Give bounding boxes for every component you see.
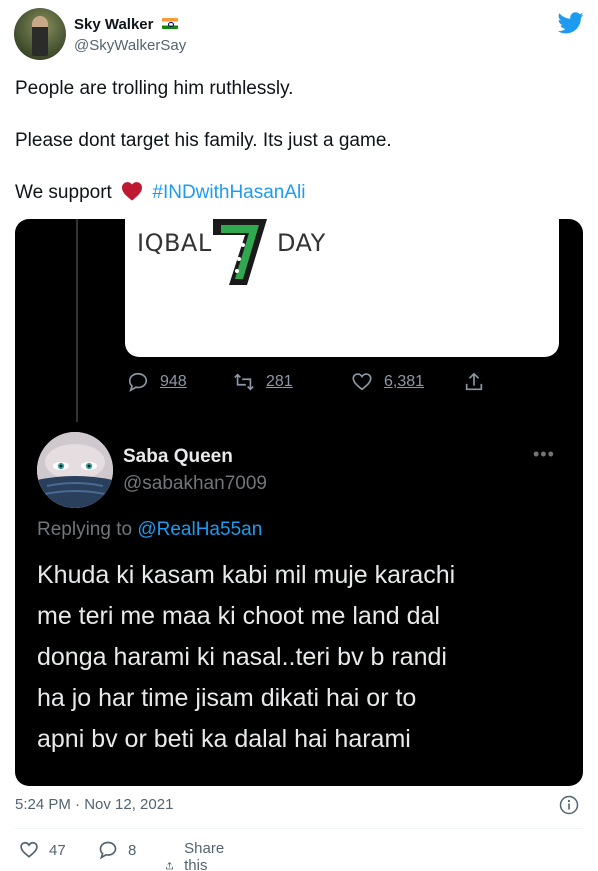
reply-author-avatar <box>37 432 113 508</box>
card-text-right: DAY <box>277 229 326 257</box>
more-options-icon: ••• <box>533 444 555 464</box>
embedded-retweet-action: 281 <box>233 371 293 393</box>
tweet-timestamp[interactable]: 5:24 PM · Nov 12, 2021 <box>15 796 173 813</box>
india-flag-icon <box>161 18 178 30</box>
tweet-media-image[interactable]: IQBAL DAY 948 281 6,381 Saba Queen @saba… <box>15 219 583 786</box>
reply-body-text: Khuda ki kasam kabi mil muje karachi me … <box>37 561 456 753</box>
share-tweet-label: Share this Tweet <box>184 840 225 871</box>
thread-connector-line <box>76 219 78 422</box>
reply-count: 8 <box>128 841 137 859</box>
reply-bubble-icon <box>99 841 117 860</box>
tweet-text-line-2: Please dont target his family. Its just … <box>15 130 392 151</box>
face-image-icon <box>37 432 113 508</box>
embedded-reply-count: 948 <box>160 373 187 390</box>
replying-to-line: Replying to @RealHa55an <box>37 519 262 541</box>
embedded-like-count: 6,381 <box>384 373 425 390</box>
reply-author-handle: @sabakhan7009 <box>123 473 267 494</box>
embedded-retweet-count: 281 <box>266 373 293 390</box>
share-icon <box>465 372 483 391</box>
author-avatar[interactable] <box>14 8 66 60</box>
twitter-bird-icon[interactable] <box>558 12 584 34</box>
tweet-text-line-1: People are trolling him ruthlessly. <box>15 78 294 99</box>
like-count: 47 <box>49 841 66 859</box>
embedded-share-action <box>463 371 485 393</box>
author-name-block[interactable]: Sky Walker @SkyWalkerSay <box>74 16 186 54</box>
reply-author-name: Saba Queen <box>123 446 233 467</box>
author-handle[interactable]: @SkyWalkerSay <box>74 37 186 54</box>
tweet-support-text: We support <box>15 182 112 203</box>
share-icon <box>166 861 173 869</box>
replying-to-prefix: Replying to <box>37 519 133 540</box>
heart-outline-icon <box>352 373 372 391</box>
share-tweet-button[interactable]: Share this Tweet <box>165 840 235 871</box>
embedded-reply-action: 948 <box>127 371 187 393</box>
replying-to-mention: @RealHa55an <box>137 519 263 540</box>
embedded-like-action: 6,381 <box>351 371 424 393</box>
heart-emoji-icon <box>122 182 143 201</box>
like-button[interactable]: 47 <box>19 840 66 860</box>
heart-outline-icon <box>20 841 38 858</box>
reply-button[interactable]: 8 <box>98 840 136 860</box>
tweet-text-line-3: We support #INDwithHasanAli <box>15 181 575 205</box>
author-display-name[interactable]: Sky Walker <box>74 16 154 33</box>
reply-bubble-icon <box>128 372 148 393</box>
info-icon[interactable] <box>559 795 579 815</box>
seven-logo-icon <box>213 219 267 285</box>
retweet-icon <box>234 373 254 391</box>
card-text-left: IQBAL <box>137 229 212 257</box>
divider <box>15 828 583 829</box>
tweet-header: Sky Walker @SkyWalkerSay <box>14 8 584 64</box>
hashtag-link[interactable]: #INDwithHasanAli <box>152 182 305 203</box>
